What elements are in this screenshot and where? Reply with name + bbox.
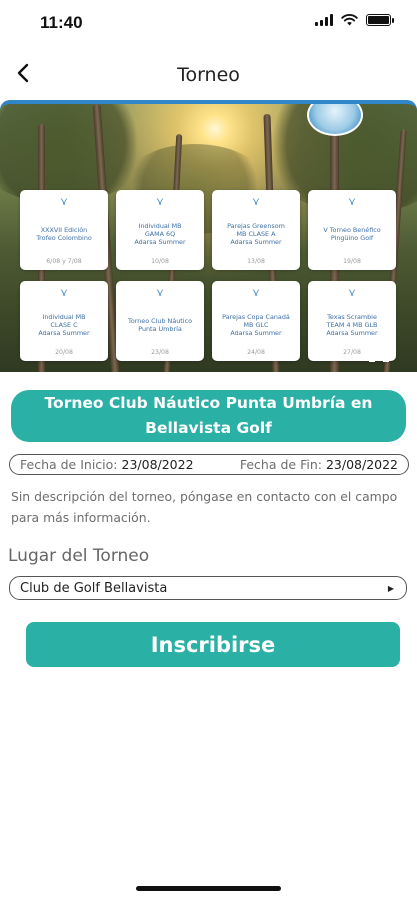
tournament-card-date: 23/08 [151,349,169,356]
status-bar: 11:40 [0,0,417,46]
location-value: Club de Golf Bellavista [20,580,168,596]
tournament-card-name: Parejas Copa Canadá MB GLC Adarsa Summer [222,313,290,337]
end-date-value: 23/08/2022 [325,457,398,472]
tournament-card-grid: ⋎ XXXVII Edición Trofeo Colombino 6/08 y 7… [20,190,397,361]
golf-logo-icon: ⋎ [155,286,165,299]
location-select[interactable]: Club de Golf Bellavista ▶ [9,576,407,600]
tournament-card[interactable]: ⋎ Parejas Copa Canadá MB GLC Adarsa Summe… [212,281,300,361]
golf-logo-icon: ⋎ [155,195,165,208]
start-date-group: Fecha de Inicio: 23/08/2022 [20,457,194,472]
tournament-banner: ⋎ XXXVII Edición Trofeo Colombino 6/08 y 7… [0,100,417,372]
tournament-card-name: Parejas Greensom MB CLASE A Adarsa Summe… [227,222,285,246]
signup-button[interactable]: Inscribirse [26,622,400,667]
tournament-card[interactable]: ⋎ V Torneo Benéfico Pingüino Golf 19/08 [308,190,396,270]
golf-logo-icon: ⋎ [347,286,357,299]
expand-icon [383,356,389,362]
golf-logo-icon: ⋎ [347,195,357,208]
expand-icon [369,342,375,348]
tournament-card-date: 10/08 [151,258,169,265]
end-date-label: Fecha de Fin: [239,457,322,472]
home-indicator [136,886,281,891]
status-time: 11:40 [40,13,83,32]
tournament-card-date: 19/08 [343,258,361,265]
tournament-card[interactable]: ⋎ Individual MB GAMA 6Q Adarsa Summer 10/0… [116,190,204,270]
tournament-card[interactable]: ⋎ XXXVII Edición Trofeo Colombino 6/08 y 7… [20,190,108,270]
location-heading: Lugar del Torneo [8,546,150,566]
dropdown-arrow-icon: ▶ [387,583,394,593]
tournament-description: Sin descripción del torneo, póngase en c… [11,489,398,525]
status-icons [315,14,394,26]
tournament-card[interactable]: ⋎ Individual MB CLASE C Adarsa Summer 20/0… [20,281,108,361]
tournament-card-name: Torneo Club Náutico Punta Umbría [128,317,192,333]
end-date-group: Fecha de Fin: 23/08/2022 [240,457,398,472]
expand-icon [369,356,375,362]
expand-button[interactable] [369,342,389,362]
tournament-card-name: Individual MB CLASE C Adarsa Summer [38,313,90,337]
tournament-card-date: 24/08 [247,349,265,356]
tournament-card-name: Individual MB GAMA 6Q Adarsa Summer [134,222,186,246]
golf-logo-icon: ⋎ [251,286,261,299]
tournament-card-name: V Torneo Benéfico Pingüino Golf [323,226,381,242]
start-date-value: 23/08/2022 [121,457,194,472]
tournament-card[interactable]: ⋎ Parejas Greensom MB CLASE A Adarsa Summ… [212,190,300,270]
start-date-label: Fecha de Inicio: [20,457,118,472]
tournament-card-date: 6/08 y 7/08 [46,258,82,265]
tournament-card[interactable]: ⋎ Torneo Club Náutico Punta Umbría 23/08 [116,281,204,361]
expand-icon [383,342,389,348]
nav-bar: Torneo [0,52,417,98]
tournament-card-date: 27/08 [343,349,361,356]
tournament-card-name: XXXVII Edición Trofeo Colombino [36,226,92,242]
golf-logo-icon: ⋎ [59,195,69,208]
golf-logo-icon: ⋎ [251,195,261,208]
signal-icon [315,14,333,26]
tournament-card-date: 13/08 [247,258,265,265]
page-title: Torneo [177,64,240,86]
wifi-icon [341,14,358,26]
tournament-dates: Fecha de Inicio: 23/08/2022 Fecha de Fin… [9,454,409,475]
golf-logo-icon: ⋎ [59,286,69,299]
tournament-title: Torneo Club Náutico Punta Umbría en Bell… [11,390,406,442]
battery-icon [366,14,394,26]
tournament-card-date: 20/08 [55,349,73,356]
